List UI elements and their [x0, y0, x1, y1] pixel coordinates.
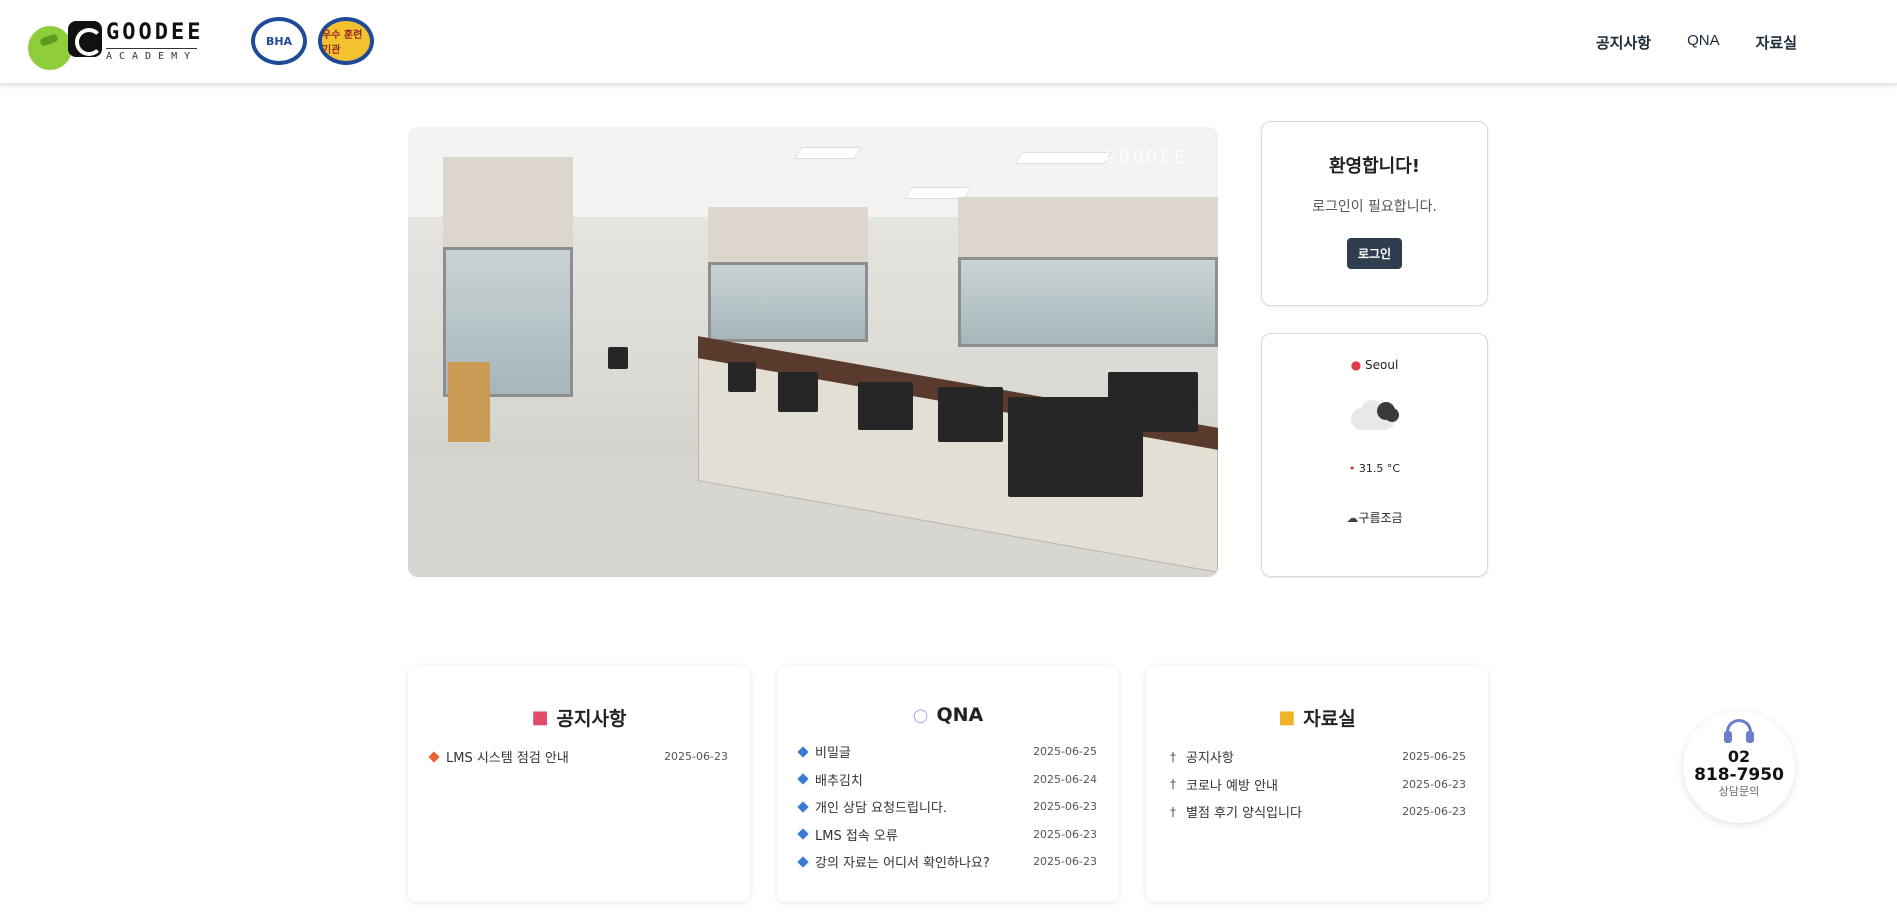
qna-date: 2025-06-23 [1033, 827, 1097, 841]
notice-title: LMS 시스템 점검 안내 [446, 751, 569, 767]
notice-panel-title[interactable]: ■ 공지사항 [408, 704, 750, 731]
login-button[interactable]: 로그인 [1346, 238, 1403, 269]
list-item[interactable]: † 코로나 예방 안내 2025-06-23 [1168, 771, 1466, 799]
hero-watermark: GOODEE [1104, 147, 1188, 168]
weather-temperature: • 31.5 °C [1262, 462, 1487, 475]
location-pin-icon: ● [1350, 358, 1362, 372]
file-date: 2025-06-25 [1402, 750, 1466, 764]
partly-cloudy-icon [1349, 398, 1401, 432]
qna-date: 2025-06-24 [1033, 772, 1097, 786]
goodee-logo[interactable]: GOODEE ACADEMY [28, 18, 203, 72]
diamond-bullet-icon [797, 856, 809, 868]
cloud-small-icon: ☁ [1346, 511, 1359, 525]
speech-bubble-icon: ○ [912, 704, 929, 726]
file-title: 공지사항 [1186, 751, 1234, 767]
hero-classroom-image: GOODEE [408, 127, 1218, 577]
notice-date: 2025-06-23 [664, 750, 728, 764]
qna-title: 비밀글 [815, 746, 851, 762]
logo-wordmark: GOODEE [106, 20, 204, 45]
call-number: 818-7950 [1694, 765, 1784, 785]
list-item[interactable]: † 공지사항 2025-06-25 [1168, 743, 1466, 771]
bha-badge: BHA [251, 17, 307, 65]
consultation-call-button[interactable]: 02 818-7950 상담문의 [1683, 711, 1795, 823]
weather-temperature-value: 31.5 °C [1358, 462, 1401, 475]
list-item[interactable]: LMS 접속 오류 2025-06-23 [797, 821, 1097, 849]
weather-city-label: Seoul [1365, 358, 1399, 372]
notice-panel: ■ 공지사항 LMS 시스템 점검 안내 2025-06-23 [408, 666, 750, 902]
diamond-bullet-icon [428, 751, 440, 763]
nav-files[interactable]: 자료실 [1756, 32, 1797, 53]
list-item[interactable]: 배추김치 2025-06-24 [797, 766, 1097, 794]
list-item[interactable]: † 별점 후기 양식입니다 2025-06-23 [1168, 798, 1466, 826]
paperclip-icon: † [1170, 777, 1176, 792]
list-item[interactable]: 강의 자료는 어디서 확인하나요? 2025-06-23 [797, 848, 1097, 876]
weather-description: ☁구름조금 [1262, 509, 1487, 526]
logo-subtitle: ACADEMY [106, 48, 198, 62]
thermometer-icon: • [1348, 462, 1356, 475]
qna-title: 개인 상담 요청드립니다. [815, 801, 947, 817]
qna-panel-title-text: QNA [936, 704, 984, 726]
call-label: 상담문의 [1718, 785, 1760, 798]
megaphone-icon: ■ [531, 707, 549, 728]
qna-title: 강의 자료는 어디서 확인하나요? [815, 856, 990, 872]
list-item[interactable]: 개인 상담 요청드립니다. 2025-06-23 [797, 793, 1097, 821]
file-date: 2025-06-23 [1402, 777, 1466, 791]
qna-panel: ○ QNA 비밀글 2025-06-25 배추김치 2025-06-24 개인 … [777, 666, 1119, 902]
notice-panel-title-text: 공지사항 [556, 708, 627, 730]
folder-icon: ■ [1278, 707, 1296, 728]
file-title: 별점 후기 양식입니다 [1186, 806, 1302, 822]
qna-date: 2025-06-23 [1033, 855, 1097, 869]
welcome-card: 환영합니다! 로그인이 필요합니다. 로그인 [1261, 121, 1488, 306]
files-panel-title-text: 자료실 [1303, 708, 1356, 730]
files-list: † 공지사항 2025-06-25 † 코로나 예방 안내 2025-06-23 †… [1168, 743, 1466, 826]
qna-list: 비밀글 2025-06-25 배추김치 2025-06-24 개인 상담 요청드… [797, 738, 1097, 876]
nav-notice[interactable]: 공지사항 [1596, 32, 1651, 53]
qna-date: 2025-06-25 [1033, 745, 1097, 759]
qna-date: 2025-06-23 [1033, 800, 1097, 814]
paperclip-icon: † [1170, 749, 1176, 764]
mascot-icon [28, 26, 72, 70]
file-date: 2025-06-23 [1402, 805, 1466, 819]
excellent-training-badge: 우수 훈련기관 [318, 17, 374, 65]
file-title: 코로나 예방 안내 [1186, 778, 1278, 794]
diamond-bullet-icon [797, 773, 809, 785]
nav-qna[interactable]: QNA [1687, 32, 1720, 53]
call-number-area: 02 [1727, 747, 1751, 766]
diamond-bullet-icon [797, 746, 809, 758]
weather-card: ● Seoul • 31.5 °C ☁구름조금 [1261, 333, 1488, 577]
diamond-bullet-icon [797, 828, 809, 840]
site-header: GOODEE ACADEMY BHA 우수 훈련기관 공지사항 QNA 자료실 [0, 0, 1897, 84]
paperclip-icon: † [1170, 804, 1176, 819]
login-required-message: 로그인이 필요합니다. [1312, 199, 1437, 215]
main-nav: 공지사항 QNA 자료실 [1596, 32, 1797, 53]
headset-icon [1722, 719, 1756, 747]
qna-panel-title[interactable]: ○ QNA [777, 704, 1119, 726]
notice-list: LMS 시스템 점검 안내 2025-06-23 [428, 743, 728, 771]
diamond-bullet-icon [797, 801, 809, 813]
welcome-title: 환영합니다! [1328, 156, 1420, 177]
qna-title: LMS 접속 오류 [815, 828, 898, 844]
files-panel-title[interactable]: ■ 자료실 [1146, 704, 1488, 731]
qna-title: 배추김치 [815, 773, 863, 789]
weather-description-text: 구름조금 [1358, 511, 1403, 525]
files-panel: ■ 자료실 † 공지사항 2025-06-25 † 코로나 예방 안내 2025-0… [1146, 666, 1488, 902]
logo-mark-icon [68, 21, 103, 57]
list-item[interactable]: LMS 시스템 점검 안내 2025-06-23 [428, 743, 728, 771]
list-item[interactable]: 비밀글 2025-06-25 [797, 738, 1097, 766]
weather-city: ● Seoul [1262, 358, 1487, 372]
